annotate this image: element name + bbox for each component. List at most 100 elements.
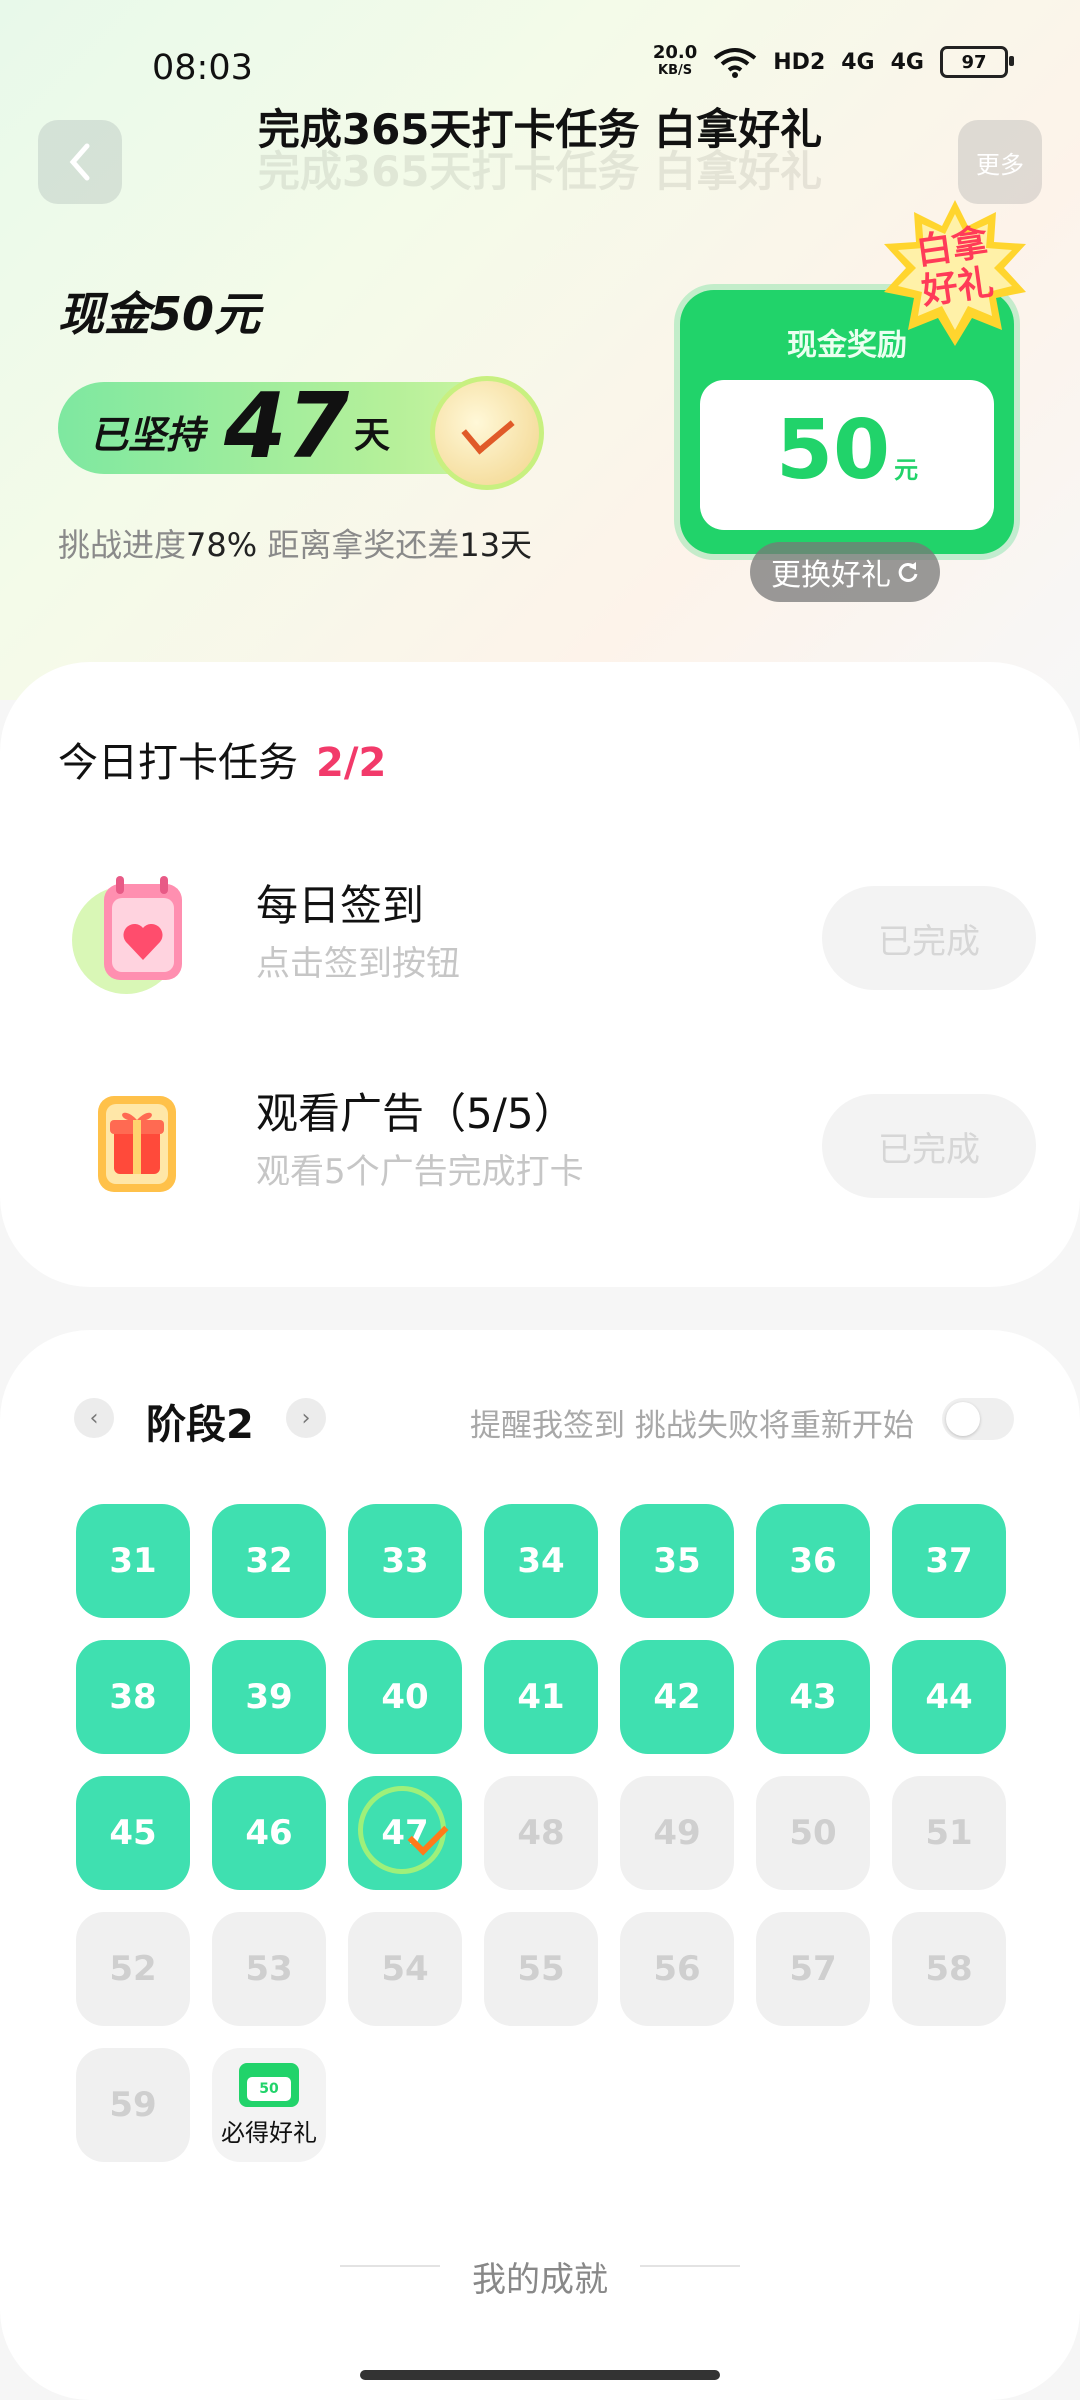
day-cell-57[interactable]: 57 [756,1912,870,2026]
day-cell-32[interactable]: 32 [212,1504,326,1618]
persist-banner: 已坚持 47 天 [58,374,544,490]
day-cell-31[interactable]: 31 [76,1504,190,1618]
day-label: 36 [789,1541,837,1581]
day-label: 38 [109,1677,157,1717]
day-label: 57 [789,1949,837,1989]
more-button[interactable]: 更多 [958,120,1042,204]
status-time: 08:03 [152,48,253,88]
stage-next-button[interactable]: › [286,1398,326,1438]
signal-icon-2: 4G [890,49,924,75]
day-cell-53[interactable]: 53 [212,1912,326,2026]
calendar-heart-icon [72,876,182,994]
task-name: 每日签到 [256,881,425,930]
day-label: 37 [925,1541,973,1581]
task-desc: 点击签到按钮 [256,944,460,984]
refresh-icon [898,562,918,582]
day-cell-35[interactable]: 35 [620,1504,734,1618]
persist-suffix: 天 [354,415,391,456]
day-label: 53 [245,1949,293,1989]
day-cell-48[interactable]: 48 [484,1776,598,1890]
daily-task-card: 今日打卡任务 2/2 每日签到 点击签到按钮 已完成 观看广告（5/5） 观看5个… [0,662,1080,1287]
task-count: 2/2 [316,740,387,786]
battery-icon: 97 [940,46,1014,78]
day-label: 35 [653,1541,701,1581]
stage-prev-button[interactable]: ‹ [74,1398,114,1438]
net-speed: 20.0 KB/S [652,42,698,79]
task-row-ads: 观看广告（5/5） 观看5个广告完成打卡 已完成 [0,1066,1080,1216]
day-cell-50[interactable]: 50 [756,1776,870,1890]
day-cell-46[interactable]: 46 [212,1776,326,1890]
persist-days: 47 [224,374,350,479]
cash-title: 现金50元 [58,287,261,341]
day-cell-49[interactable]: 49 [620,1776,734,1890]
day-cell-40[interactable]: 40 [348,1640,462,1754]
day-cell-41[interactable]: 41 [484,1640,598,1754]
gift-box-icon [98,1096,176,1192]
stage-title: 阶段2 [146,1402,254,1448]
day-label: 46 [245,1813,293,1853]
checkin-done-button[interactable]: 已完成 [822,886,1036,990]
day-cell-44[interactable]: 44 [892,1640,1006,1754]
day-cell-42[interactable]: 42 [620,1640,734,1754]
day-label: 43 [789,1677,837,1717]
task-desc: 观看5个广告完成打卡 [256,1152,584,1192]
day-label: 33 [381,1541,429,1581]
day-label: 58 [925,1949,973,1989]
home-indicator [360,2370,720,2380]
day-label: 32 [245,1541,293,1581]
signal-icon: 4G [841,49,875,75]
day-cell-37[interactable]: 37 [892,1504,1006,1618]
reminder-text: 提醒我签到 挑战失败将重新开始 [470,1408,914,1444]
page-title-shadow: 完成365天打卡任务 白拿好礼 [257,147,823,196]
ads-done-button[interactable]: 已完成 [822,1094,1036,1198]
gift-card-icon: 50 [239,2062,299,2107]
reminder-toggle[interactable] [942,1398,1014,1440]
task-name: 观看广告（5/5） [256,1089,576,1138]
day-cell-39[interactable]: 39 [212,1640,326,1754]
day-cell-59[interactable]: 59 [76,2048,190,2162]
day-cell-52[interactable]: 52 [76,1912,190,2026]
day-label: 42 [653,1677,701,1717]
stage-card: ‹ 阶段2 › 提醒我签到 挑战失败将重新开始 31 32 33 34 35 36 37 38… [0,1330,1080,2400]
day-cell-38[interactable]: 38 [76,1640,190,1754]
task-heading: 今日打卡任务 2/2 [58,740,387,786]
day-label: 44 [925,1677,973,1717]
day-cell-43[interactable]: 43 [756,1640,870,1754]
final-gift-cell[interactable]: 50 必得好礼 [212,2048,326,2162]
task-row-checkin: 每日签到 点击签到按钮 已完成 [0,858,1080,1008]
day-label: 31 [109,1541,157,1581]
day-cell-55[interactable]: 55 [484,1912,598,2026]
mascot-icon [430,376,544,490]
day-cell-34[interactable]: 34 [484,1504,598,1618]
day-cell-45[interactable]: 45 [76,1776,190,1890]
status-icons: 20.0 KB/S HD2 4G 4G 97 [652,42,1014,80]
day-label: 48 [517,1813,565,1853]
progress-text: 挑战进度78% 距离拿奖还差13天 [58,526,533,564]
day-cell-47[interactable]: 47 [345,1773,462,1890]
persist-prefix: 已坚持 [90,413,205,457]
achievements-title: 我的成就 [472,2260,608,2300]
day-label: 52 [109,1949,157,1989]
day-cell-51[interactable]: 51 [892,1776,1006,1890]
divider-right [640,2265,740,2267]
day-cell-33[interactable]: 33 [348,1504,462,1618]
change-gift-button[interactable]: 更换好礼 [750,542,940,602]
reward-amount-box: 50 元 [700,380,994,530]
day-label: 50 [789,1813,837,1853]
day-cell-56[interactable]: 56 [620,1912,734,2026]
day-label: 54 [381,1949,429,1989]
day-label: 49 [653,1813,701,1853]
chevron-right-icon: › [301,1405,311,1431]
day-label: 56 [653,1949,701,1989]
day-label: 40 [381,1677,429,1717]
day-label: 45 [109,1813,157,1853]
day-label: 55 [517,1949,565,1989]
status-bar: 08:03 20.0 KB/S HD2 4G 4G 97 [0,40,1080,100]
day-label: 34 [517,1541,565,1581]
day-cell-58[interactable]: 58 [892,1912,1006,2026]
final-gift-label: 必得好礼 [221,2118,317,2147]
day-cell-54[interactable]: 54 [348,1912,462,2026]
wifi-icon [714,48,757,78]
reward-unit: 元 [894,456,919,484]
day-cell-36[interactable]: 36 [756,1504,870,1618]
